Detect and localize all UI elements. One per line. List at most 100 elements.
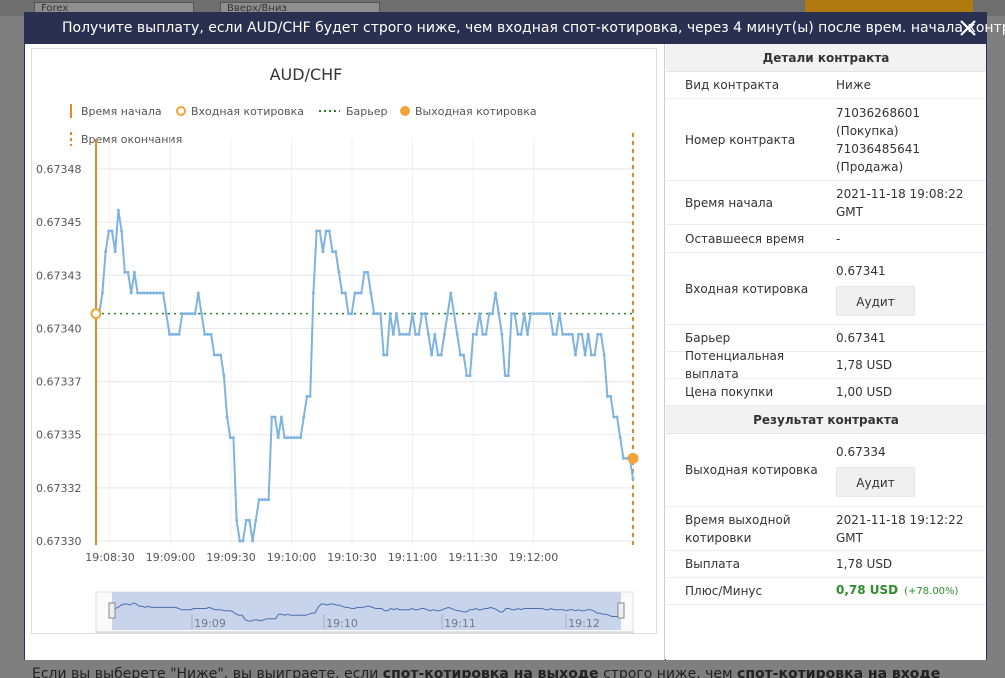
price-point — [100, 291, 104, 295]
legend-exit-marker-icon — [400, 106, 410, 116]
price-point — [315, 229, 319, 233]
price-point — [212, 353, 216, 357]
price-point — [442, 332, 446, 336]
legend-barrier: Барьер — [346, 105, 388, 118]
price-line — [96, 210, 634, 542]
entry-quote-cell: 0.67341 Аудит — [836, 262, 986, 316]
price-point — [203, 332, 207, 336]
navigator-scrollbar[interactable] — [95, 631, 634, 645]
price-point — [468, 374, 472, 378]
price-point — [407, 332, 411, 336]
close-icon[interactable] — [958, 18, 978, 38]
price-point — [347, 312, 351, 316]
price-point — [462, 353, 466, 357]
price-point — [522, 312, 526, 316]
price-point — [279, 415, 283, 419]
chart-grid — [96, 139, 633, 545]
price-point — [283, 436, 287, 440]
price-point — [471, 332, 475, 336]
price-point — [545, 312, 549, 316]
price-point — [247, 518, 251, 522]
x-axis-labels: 19:08:30 19:09:00 19:09:30 19:10:00 19:10:30… — [85, 551, 558, 564]
x-tick-label: 19:12:00 — [509, 551, 558, 564]
price-point — [142, 291, 146, 295]
price-point — [369, 291, 373, 295]
exit-audit-button[interactable]: Аудит — [836, 467, 915, 497]
start-time-tz: GMT — [836, 204, 863, 219]
navigator-time-label: 19:10 — [326, 617, 358, 630]
exit-time-tz: GMT — [836, 530, 863, 545]
price-point — [289, 436, 293, 440]
navigator-right-handle[interactable] — [617, 602, 625, 619]
price-point — [410, 312, 414, 316]
exit-quote-cell: 0.67334 Аудит — [836, 443, 986, 497]
price-point — [327, 229, 331, 233]
potential-payout-value: 1,78 USD — [836, 358, 893, 372]
price-point — [241, 539, 245, 543]
price-point — [254, 518, 258, 522]
price-point — [618, 436, 622, 440]
row-contract-type: Вид контракта Ниже — [666, 72, 986, 99]
legend-entry-quote: Входная котировка — [191, 105, 304, 118]
price-point — [564, 332, 568, 336]
price-point — [148, 291, 152, 295]
navigator-selection[interactable] — [112, 592, 621, 630]
price-point — [538, 312, 542, 316]
price-point — [516, 332, 520, 336]
price-point — [449, 291, 453, 295]
potential-payout-label: Потенциальная выплата — [685, 349, 785, 381]
price-point — [494, 291, 498, 295]
price-point — [324, 229, 328, 233]
price-point — [343, 291, 347, 295]
exit-quote-value: 0.67334 — [836, 445, 886, 459]
price-chart[interactable]: AUD/CHF Время начала Входная котировка Б… — [32, 49, 656, 645]
modal-title: Получите выплату, если AUD/CHF будет стр… — [62, 20, 1005, 36]
legend-start-time: Время начала — [81, 105, 162, 118]
chart-navigator[interactable]: 19:0919:1019:1119:12 ◂ ▸ ||| — [95, 591, 634, 645]
price-point — [474, 332, 478, 336]
row-payout: Выплата 1,78 USD — [666, 551, 986, 578]
price-point — [420, 312, 424, 316]
contract-modal: Получите выплату, если AUD/CHF будет стр… — [24, 12, 1005, 660]
barrier-value: 0.67341 — [836, 331, 886, 345]
exit-time-value: 2021-11-18 19:12:22 GMT — [836, 511, 986, 547]
price-point — [363, 270, 366, 274]
chart-title: AUD/CHF — [270, 65, 343, 84]
start-time-date: 2021-11-18 19:08:22 — [836, 186, 964, 201]
price-point — [340, 291, 344, 295]
row-start-time: Время начала 2021-11-18 19:08:22 GMT — [666, 181, 986, 225]
price-point — [225, 415, 229, 419]
price-point — [452, 312, 456, 316]
price-point — [615, 415, 619, 419]
navigator-left-handle[interactable] — [108, 602, 116, 619]
x-tick-label: 19:11:30 — [448, 551, 497, 564]
price-point — [596, 332, 600, 336]
navigator-time-label: 19:11 — [444, 617, 476, 630]
price-point — [158, 291, 162, 295]
price-point — [366, 270, 370, 274]
price-point — [110, 229, 114, 233]
row-contract-number: Номер контракта 71036268601 (Покупка) 71… — [666, 99, 986, 181]
price-point — [583, 353, 587, 357]
y-tick-label: 0.67337 — [36, 376, 82, 389]
row-purchase-price: Цена покупки 1,00 USD — [666, 379, 986, 406]
price-point — [394, 312, 398, 316]
buy-contract-id: 71036268601 — [836, 105, 920, 120]
remaining-time-label: Оставшееся время — [685, 231, 805, 246]
price-point — [561, 332, 565, 336]
price-point — [605, 394, 609, 398]
price-point — [152, 291, 156, 295]
profit-percent: (+78.00%) — [904, 586, 959, 597]
exit-time-label-line2: котировки — [685, 530, 752, 545]
price-point — [260, 498, 264, 502]
price-point — [168, 332, 172, 336]
chart-frame: AUD/CHF Время начала Входная котировка Б… — [31, 48, 657, 645]
price-point — [199, 312, 203, 316]
price-point — [337, 270, 341, 274]
entry-audit-button[interactable]: Аудит — [836, 285, 915, 316]
price-point — [548, 312, 552, 316]
start-time-label: Время начала — [685, 195, 773, 210]
price-point — [123, 270, 127, 274]
price-point — [235, 518, 239, 522]
price-point — [276, 436, 280, 440]
